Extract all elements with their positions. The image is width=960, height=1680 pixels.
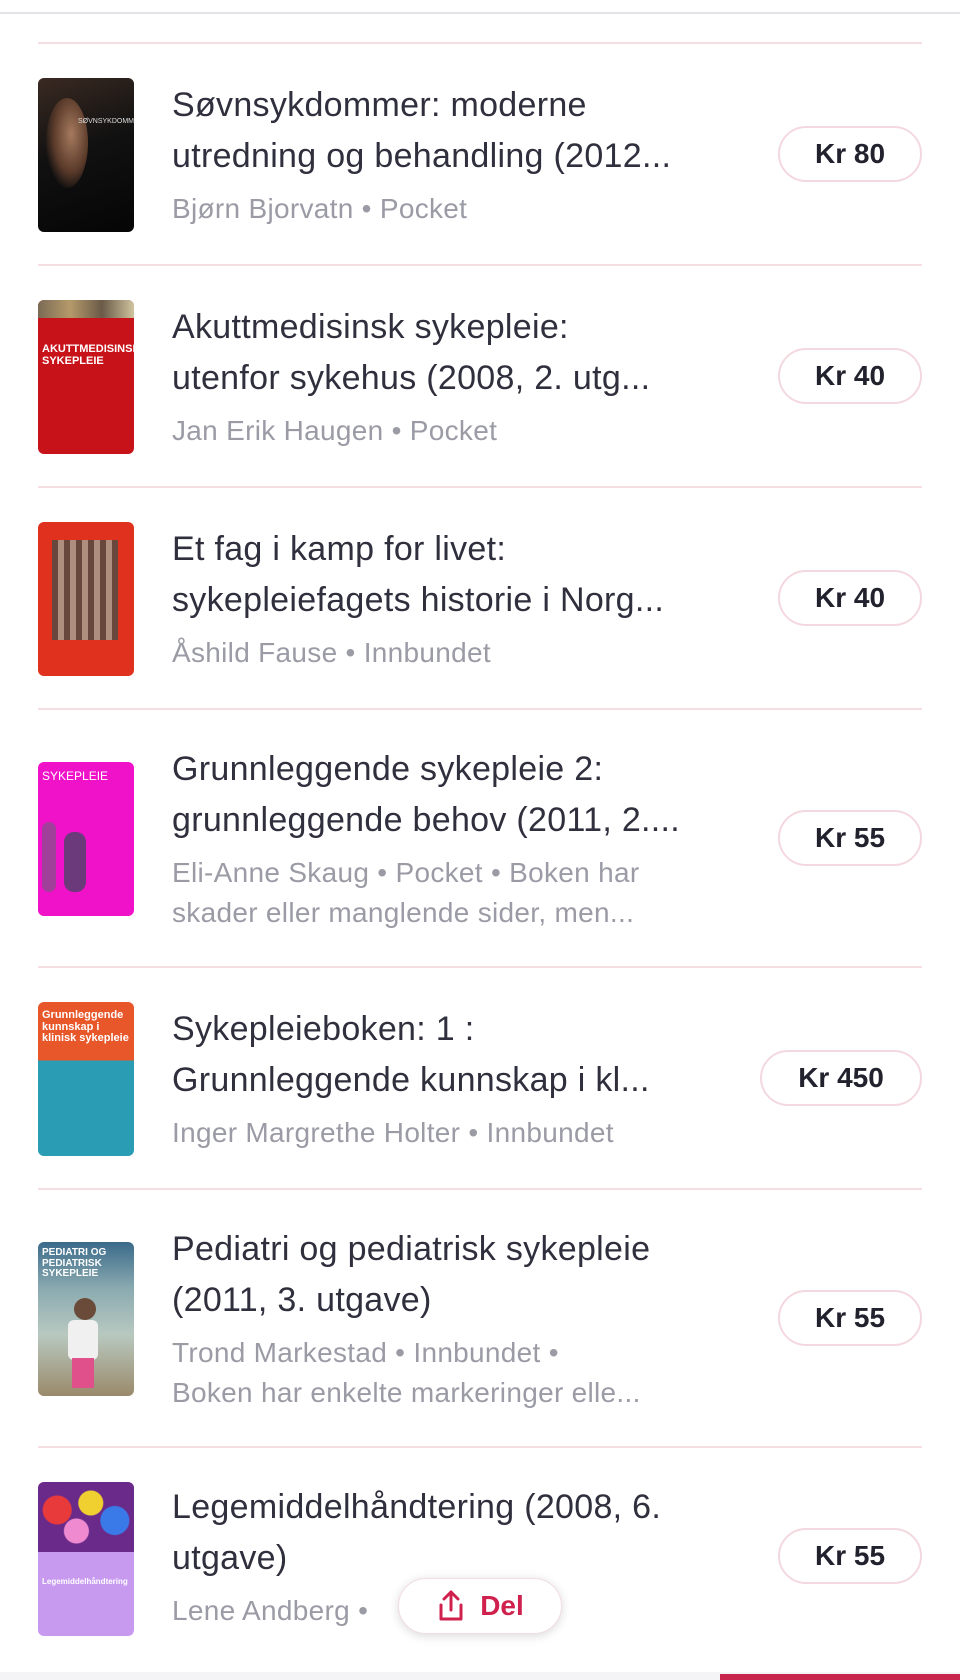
book-title: Søvnsykdommer: moderne utredning og beha…: [172, 80, 732, 182]
book-title-line: (2011, 3. utgave): [172, 1281, 432, 1319]
book-title: Legemiddelhåndtering (2008, 6. utgave): [172, 1482, 732, 1584]
book-title-line: sykepleiefagets historie i Norg...: [172, 581, 665, 619]
book-title: Sykepleieboken: 1 : Grunnleggende kunnsk…: [172, 1004, 732, 1106]
book-title-line: utgave): [172, 1539, 288, 1577]
book-meta-line: Jan Erik Haugen • Pocket: [172, 415, 498, 446]
scroll-indicator: [720, 1674, 960, 1680]
book-cover-text: PEDIATRI OG PEDIATRISK SYKEPLEIE: [42, 1247, 107, 1279]
book-cover-text: Grunnleggende kunnskap i klinisk sykeple…: [42, 1009, 129, 1045]
book-cover: [38, 522, 134, 676]
top-divider: [0, 12, 960, 14]
book-meta-line: Inger Margrethe Holter • Innbundet: [172, 1117, 614, 1148]
book-title-line: Grunnleggende sykepleie 2:: [172, 750, 604, 788]
book-cover-text: Legemiddelhåndtering: [42, 1577, 128, 1586]
book-title-line: utenfor sykehus (2008, 2. utg...: [172, 359, 651, 397]
list-divider: [38, 1446, 922, 1448]
book-title-line: Søvnsykdommer: moderne: [172, 86, 587, 124]
price-button[interactable]: Kr 450: [760, 1050, 922, 1106]
book-cover: SYKEPLEIE: [38, 762, 134, 916]
book-meta-line: Trond Markestad • Innbundet •: [172, 1337, 559, 1368]
book-title: Et fag i kamp for livet: sykepleiefagets…: [172, 524, 732, 626]
book-meta: Trond Markestad • Innbundet • Boken har …: [172, 1333, 742, 1413]
list-divider: [38, 966, 922, 968]
book-meta: Eli-Anne Skaug • Pocket • Boken har skad…: [172, 853, 742, 933]
book-cover-text: SYKEPLEIE: [42, 769, 109, 783]
book-meta: Jan Erik Haugen • Pocket: [172, 411, 742, 451]
book-meta-line: Bjørn Bjorvatn • Pocket: [172, 193, 468, 224]
share-icon: [436, 1589, 466, 1623]
list-divider: [38, 486, 922, 488]
book-title: Pediatri og pediatrisk sykepleie (2011, …: [172, 1224, 732, 1326]
book-title-line: Akuttmedisinsk sykepleie:: [172, 308, 569, 346]
book-meta: Åshild Fause • Innbundet: [172, 633, 742, 673]
price-button[interactable]: Kr 55: [778, 810, 922, 866]
book-meta: Bjørn Bjorvatn • Pocket: [172, 189, 742, 229]
book-title-line: utredning og behandling (2012...: [172, 137, 672, 175]
book-cover: SØVNSYKDOMMER: [38, 78, 134, 232]
book-cover: Grunnleggende kunnskap i klinisk sykeple…: [38, 1002, 134, 1156]
share-label: Del: [480, 1590, 524, 1621]
book-cover-text: SØVNSYKDOMMER: [78, 118, 134, 125]
book-cover-text: AKUTTMEDISINSK SYKEPLEIE: [42, 343, 134, 367]
book-title: Akuttmedisinsk sykepleie: utenfor sykehu…: [172, 302, 732, 404]
share-button[interactable]: Del: [398, 1578, 562, 1634]
book-meta-line: Boken har enkelte markeringer elle...: [172, 1377, 641, 1408]
price-button[interactable]: Kr 40: [778, 348, 922, 404]
book-cover: Legemiddelhåndtering: [38, 1482, 134, 1636]
book-cover: AKUTTMEDISINSK SYKEPLEIE: [38, 300, 134, 454]
book-title-line: Grunnleggende kunnskap i kl...: [172, 1061, 650, 1099]
book-meta: Inger Margrethe Holter • Innbundet: [172, 1113, 742, 1153]
book-title: Grunnleggende sykepleie 2: grunnleggende…: [172, 744, 732, 846]
book-meta-line: skader eller manglende sider, men...: [172, 897, 635, 928]
list-divider: [38, 1188, 922, 1190]
price-button[interactable]: Kr 40: [778, 570, 922, 626]
list-divider: [38, 708, 922, 710]
list-divider: [38, 42, 922, 44]
price-button[interactable]: Kr 55: [778, 1290, 922, 1346]
price-button[interactable]: Kr 55: [778, 1528, 922, 1584]
book-meta-line: Åshild Fause • Innbundet: [172, 637, 491, 668]
book-meta-line: Eli-Anne Skaug • Pocket • Boken har: [172, 857, 640, 888]
book-title-line: Et fag i kamp for livet:: [172, 530, 507, 568]
book-title-line: grunnleggende behov (2011, 2....: [172, 801, 681, 839]
book-title-line: Legemiddelhåndtering (2008, 6.: [172, 1488, 662, 1526]
book-title-line: Pediatri og pediatrisk sykepleie: [172, 1230, 651, 1268]
list-divider: [38, 264, 922, 266]
book-title-line: Sykepleieboken: 1 :: [172, 1010, 475, 1048]
book-cover: PEDIATRI OG PEDIATRISK SYKEPLEIE: [38, 1242, 134, 1396]
price-button[interactable]: Kr 80: [778, 126, 922, 182]
